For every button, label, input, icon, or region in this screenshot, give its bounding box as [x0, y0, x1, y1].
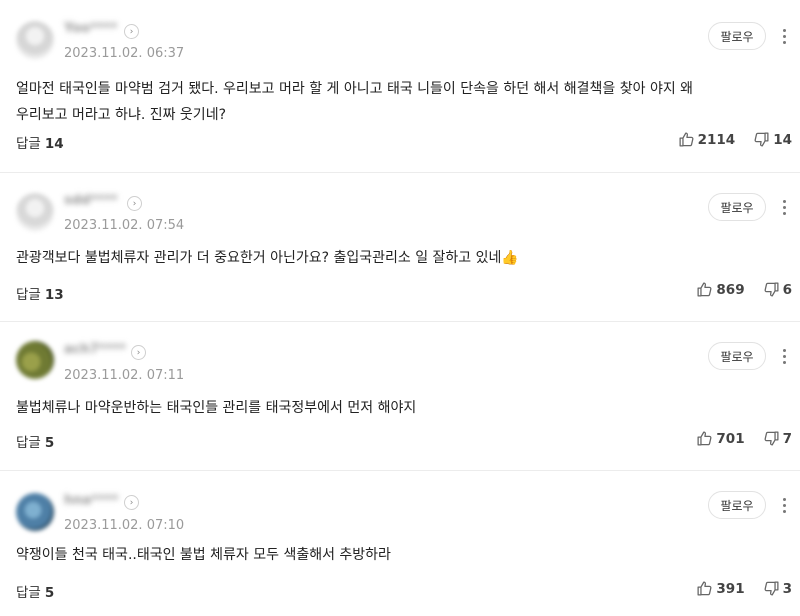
avatar[interactable] [16, 341, 54, 379]
like-button[interactable]: 2114 [678, 131, 736, 148]
comment-text: 관광객보다 불법체류자 관리가 더 중요한거 아닌가요? 출입국관리소 일 잘하… [16, 245, 776, 271]
reply-label: 답글 [16, 435, 41, 451]
comment-item: Yoo**** › 2023.11.02. 06:37 팔로우 얼마전 태국인들… [0, 0, 800, 172]
follow-button[interactable]: 팔로우 [708, 193, 766, 221]
like-button[interactable]: 869 [696, 281, 745, 298]
follow-button[interactable]: 팔로우 [708, 491, 766, 519]
thumbs-up-icon [697, 431, 712, 446]
comment-item: ach7**** › 2023.11.02. 07:11 팔로우 불법체류나 마… [0, 322, 800, 470]
thumbs-up-icon [679, 132, 694, 147]
avatar[interactable] [16, 193, 54, 231]
comment-date: 2023.11.02. 06:37 [64, 46, 185, 61]
like-count: 701 [716, 430, 745, 447]
like-count: 391 [716, 580, 745, 597]
more-options-icon[interactable] [777, 345, 791, 367]
more-options-icon[interactable] [777, 25, 791, 47]
chevron-right-icon[interactable]: › [127, 196, 142, 211]
reply-label: 답글 [16, 585, 41, 601]
username[interactable]: hna**** [64, 493, 118, 509]
comment-feed: Yoo**** › 2023.11.02. 06:37 팔로우 얼마전 태국인들… [0, 0, 800, 616]
reaction-bar: 869 6 [696, 281, 792, 298]
username[interactable]: sdd**** [64, 193, 118, 209]
more-options-icon[interactable] [777, 494, 791, 516]
reaction-bar: 701 7 [696, 430, 792, 447]
reply-count: 13 [44, 287, 64, 303]
dislike-button[interactable]: 3 [763, 580, 792, 597]
comment-text-line: 약쟁이들 천국 태국..태국인 불법 체류자 모두 색출해서 추방하라 [16, 547, 391, 563]
like-count: 869 [716, 281, 745, 298]
comment-item: hna**** › 2023.11.02. 07:10 팔로우 약쟁이들 천국 … [0, 471, 800, 616]
comment-text: 불법체류나 마약운반하는 태국인들 관리를 태국정부에서 먼저 해야지 [16, 395, 776, 421]
dislike-count: 7 [782, 430, 792, 447]
follow-button[interactable]: 팔로우 [708, 342, 766, 370]
comment-text-line: 불법체류나 마약운반하는 태국인들 관리를 태국정부에서 먼저 해야지 [16, 400, 417, 416]
dislike-button[interactable]: 14 [753, 131, 792, 148]
comment-text-line: 얼마전 태국인들 마약범 검거 됐다. 우리보고 머라 할 게 아니고 태국 니… [16, 81, 694, 97]
reaction-bar: 391 3 [696, 580, 792, 597]
like-button[interactable]: 701 [696, 430, 745, 447]
dislike-count: 6 [782, 281, 792, 298]
comment-text-line: 우리보고 머라고 하냐. 진짜 웃기네? [16, 107, 227, 123]
reply-count: 14 [44, 136, 64, 152]
dislike-button[interactable]: 7 [763, 430, 792, 447]
thumbs-down-icon [764, 581, 779, 596]
comment-item: sdd**** › 2023.11.02. 07:54 팔로우 관광객보다 불법… [0, 173, 800, 321]
chevron-right-icon[interactable]: › [124, 495, 139, 510]
thumbs-down-icon [764, 431, 779, 446]
thumbs-up-icon [697, 282, 712, 297]
chevron-right-icon[interactable]: › [124, 24, 139, 39]
reply-label: 답글 [16, 136, 41, 152]
chevron-right-icon[interactable]: › [131, 345, 146, 360]
avatar[interactable] [16, 21, 54, 59]
reply-count: 5 [44, 585, 55, 601]
dislike-count: 3 [782, 580, 792, 597]
comment-date: 2023.11.02. 07:10 [64, 518, 185, 533]
follow-button[interactable]: 팔로우 [708, 22, 766, 50]
dislike-button[interactable]: 6 [763, 281, 792, 298]
comment-text: 얼마전 태국인들 마약범 검거 됐다. 우리보고 머라 할 게 아니고 태국 니… [16, 76, 776, 128]
like-button[interactable]: 391 [696, 580, 745, 597]
comment-date: 2023.11.02. 07:11 [64, 368, 185, 383]
reply-button[interactable]: 답글 13 [16, 283, 64, 303]
comment-text-line: 관광객보다 불법체류자 관리가 더 중요한거 아닌가요? 출입국관리소 일 잘하… [16, 250, 519, 266]
like-count: 2114 [697, 131, 736, 148]
reply-button[interactable]: 답글 14 [16, 132, 64, 152]
more-options-icon[interactable] [777, 196, 791, 218]
reply-button[interactable]: 답글 5 [16, 431, 54, 451]
reply-count: 5 [44, 435, 55, 451]
username[interactable]: ach7**** [64, 342, 126, 358]
dislike-count: 14 [773, 131, 792, 148]
comment-date: 2023.11.02. 07:54 [64, 218, 185, 233]
thumbs-down-icon [764, 282, 779, 297]
thumbs-down-icon [754, 132, 769, 147]
comment-text: 약쟁이들 천국 태국..태국인 불법 체류자 모두 색출해서 추방하라 [16, 542, 776, 568]
reply-label: 답글 [16, 287, 41, 303]
reply-button[interactable]: 답글 5 [16, 581, 54, 601]
thumbs-up-icon [697, 581, 712, 596]
reaction-bar: 2114 14 [678, 131, 792, 148]
username[interactable]: Yoo**** [64, 21, 117, 37]
avatar[interactable] [16, 493, 54, 531]
